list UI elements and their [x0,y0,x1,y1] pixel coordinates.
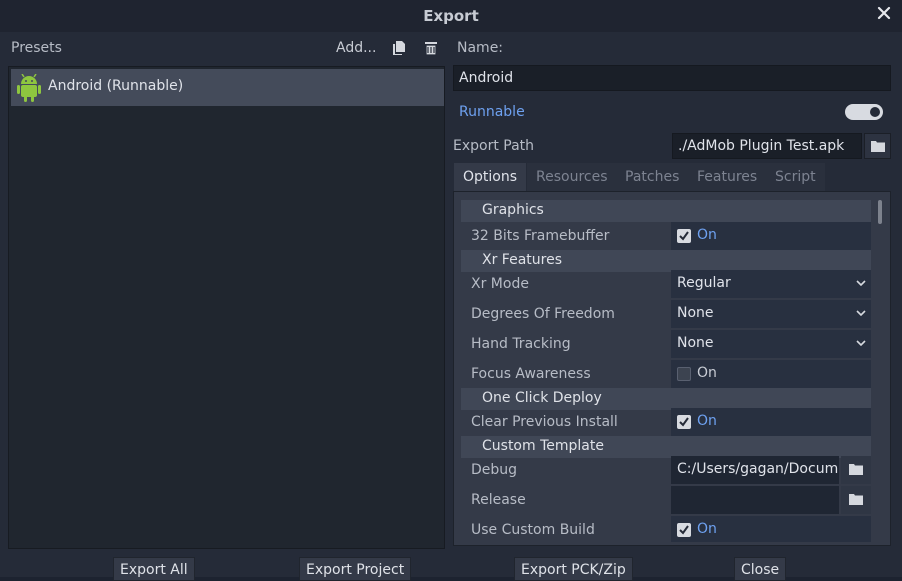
tab-options[interactable]: Options [454,163,527,192]
folder-icon [849,494,863,505]
dof-select[interactable]: None [671,300,871,328]
section-one-click-deploy: One Click Deploy [461,388,871,410]
focus-checkbox[interactable]: On [671,360,871,388]
custom-build-checkbox[interactable]: On [671,516,871,542]
preset-item-android[interactable]: Android (Runnable) [11,69,444,106]
section-custom-template: Custom Template [461,436,871,458]
fb-checkbox[interactable]: On [671,222,871,250]
toggle-knob [870,107,880,117]
browse-path-button[interactable] [864,133,891,159]
select-value: None [677,305,714,321]
android-icon [17,74,41,102]
prop-label: Hand Tracking [471,336,571,352]
chevron-down-icon [856,280,866,286]
prop-label: Debug [471,462,518,478]
release-browse-button[interactable] [841,486,871,514]
select-value: Regular [677,275,731,291]
section-xr-features: Xr Features [461,250,871,272]
folder-icon [849,464,863,475]
debug-browse-button[interactable] [841,456,871,484]
tab-resources[interactable]: Resources [527,163,617,192]
options-list: Graphics 32 Bits Framebuffer On Xr Featu… [461,200,871,542]
prop-label: Degrees Of Freedom [471,306,615,322]
runnable-toggle[interactable] [845,104,883,120]
release-template-field[interactable] [671,486,839,514]
hand-tracking-select[interactable]: None [671,330,871,358]
tab-features[interactable]: Features [688,163,767,192]
export-project-button[interactable]: Export Project [299,557,412,581]
xr-mode-select[interactable]: Regular [671,270,871,298]
checkbox-checked [677,415,691,429]
add-preset-button[interactable]: Add... [336,40,376,56]
clear-install-checkbox[interactable]: On [671,408,871,436]
checkbox-checked [677,229,691,243]
check-value: On [697,521,717,537]
tab-script[interactable]: Script [766,163,825,192]
scrollbar-thumb[interactable] [878,200,882,224]
export-path-label: Export Path [453,138,535,154]
check-icon [679,417,689,427]
options-scrollbar[interactable] [878,200,882,542]
name-label: Name: [457,40,504,56]
presets-label: Presets [11,40,62,56]
check-value: On [697,365,717,381]
close-button[interactable]: Close [734,557,787,581]
tab-patches[interactable]: Patches [616,163,689,192]
section-graphics: Graphics [461,200,871,222]
checkbox-checked [677,523,691,537]
preset-list: Android (Runnable) [8,66,445,549]
chevron-down-icon [856,310,866,316]
prop-label: Clear Previous Install [471,414,618,430]
trash-icon[interactable] [422,39,440,57]
dialog-title: Export [423,7,479,25]
checkbox-unchecked [677,367,691,381]
check-icon [679,231,689,241]
check-value: On [697,227,717,243]
title-bar: Export [0,0,902,32]
check-value: On [697,413,717,429]
duplicate-icon[interactable] [390,39,408,57]
export-dialog: Export Presets Add... Android (Runnable)… [0,0,902,581]
debug-template-field[interactable]: C:/Users/gagan/Docum [671,456,839,484]
preset-item-label: Android (Runnable) [48,78,184,94]
check-icon [679,525,689,535]
prop-label: Release [471,492,526,508]
options-panel: Graphics 32 Bits Framebuffer On Xr Featu… [453,191,891,546]
prop-label: Focus Awareness [471,366,591,382]
export-pck-button[interactable]: Export PCK/Zip [514,557,633,581]
prop-label: Xr Mode [471,276,529,292]
prop-label: 32 Bits Framebuffer [471,228,610,244]
chevron-down-icon [856,340,866,346]
name-input[interactable] [453,65,891,91]
select-value: None [677,335,714,351]
export-path-input[interactable] [672,133,862,159]
folder-icon [871,141,885,152]
export-all-button[interactable]: Export All [113,557,195,581]
runnable-label: Runnable [459,104,525,120]
close-icon[interactable] [876,5,892,21]
prop-label: Use Custom Build [471,522,595,538]
